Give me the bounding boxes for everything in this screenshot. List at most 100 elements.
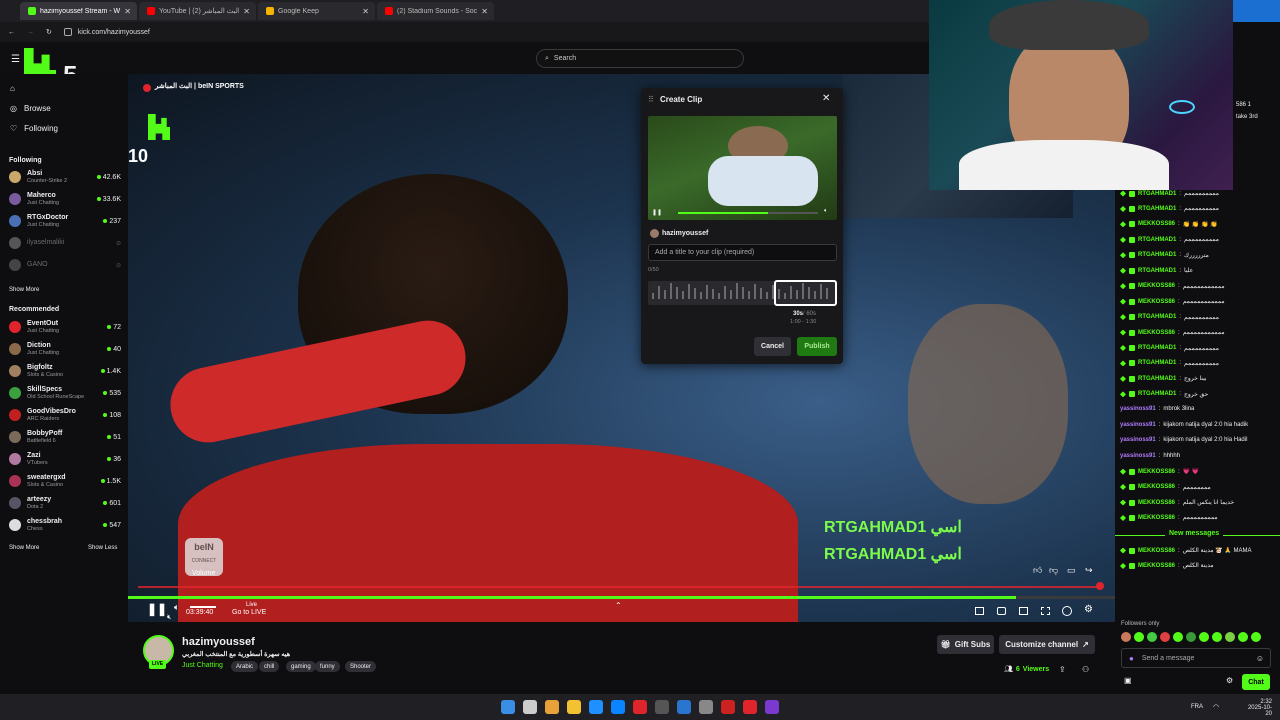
chrome-icon[interactable] bbox=[545, 700, 559, 714]
site-settings-icon[interactable] bbox=[63, 28, 72, 36]
chat-username[interactable]: MEKKOSS86 bbox=[1138, 500, 1175, 506]
opera-icon[interactable] bbox=[721, 700, 735, 714]
chat-username[interactable]: yassinoss91 bbox=[1120, 406, 1156, 412]
chat-username[interactable]: yassinoss91 bbox=[1120, 422, 1156, 428]
mute-icon[interactable]: 🔇︎ bbox=[167, 614, 171, 622]
chat-message[interactable]: yassinoss91: hhhhh bbox=[1120, 453, 1180, 459]
app-icon[interactable] bbox=[633, 700, 647, 714]
app-icon[interactable] bbox=[677, 700, 691, 714]
chat-message[interactable]: MEKKOSS86: مدينة الكلص bbox=[1120, 562, 1214, 569]
chat-username[interactable]: RTGAHMAD1 bbox=[1138, 345, 1176, 351]
clip-preview[interactable]: ❚❚ 🔈︎ bbox=[648, 116, 837, 220]
chat-gift-icon[interactable]: ▣ bbox=[1124, 676, 1132, 685]
chat-username[interactable]: MEKKOSS86 bbox=[1138, 221, 1175, 227]
show-more-recommended-button[interactable]: Show More bbox=[9, 545, 39, 551]
sidebar-item-following[interactable]: ♡ Following bbox=[10, 124, 58, 133]
chat-username[interactable]: MEKKOSS86 bbox=[1138, 563, 1175, 569]
chat-message[interactable]: RTGAHMAD1: بينا خروج bbox=[1120, 375, 1207, 382]
stream-tag[interactable]: gaming bbox=[286, 661, 316, 672]
emote-icon[interactable] bbox=[1134, 632, 1144, 642]
drag-handle-icon[interactable]: ⠿ bbox=[648, 95, 654, 104]
sidebar-channel-rtgxdoctor[interactable]: RTGxDoctor Just Chatting 237 bbox=[9, 211, 121, 231]
search-input[interactable]: ⌕ Search bbox=[536, 49, 744, 68]
browser-tab[interactable]: hazimyoussef Stream - Wa ✕ bbox=[20, 2, 137, 20]
emote-icon[interactable] bbox=[1147, 632, 1157, 642]
sidebar-channel-eventout[interactable]: EventOut Just Chatting 72 bbox=[9, 317, 121, 337]
chat-message[interactable]: MEKKOSS86: 💗 💗 bbox=[1120, 468, 1199, 475]
start-icon[interactable] bbox=[501, 700, 515, 714]
sidebar-item-browse[interactable]: ◎ Browse bbox=[10, 104, 51, 113]
chat-message[interactable]: RTGAHMAD1: مممممممممم bbox=[1120, 314, 1219, 321]
chat-username[interactable]: RTGAHMAD1 bbox=[1138, 191, 1176, 197]
chat-message[interactable]: RTGAHMAD1: مممممممممم bbox=[1120, 236, 1219, 243]
sidebar-channel-sweatergxd[interactable]: sweatergxd Slots & Casino 1.5K bbox=[9, 471, 121, 491]
sidebar-channel-gano[interactable]: GANO ⊘ bbox=[9, 255, 121, 275]
pause-icon[interactable]: ❚❚ bbox=[147, 602, 167, 616]
steam-icon[interactable] bbox=[655, 700, 669, 714]
chat-username[interactable]: RTGAHMAD1 bbox=[1138, 314, 1176, 320]
emote-icon[interactable] bbox=[1186, 632, 1196, 642]
language-indicator[interactable]: FRA bbox=[1191, 704, 1203, 710]
sidebar-channel-chessbrah[interactable]: chessbrah Chess 547 bbox=[9, 515, 121, 535]
browser-tab[interactable]: Google Keep ✕ bbox=[258, 2, 375, 20]
reload-icon[interactable]: ↻ bbox=[46, 28, 52, 36]
fullscreen-icon[interactable] bbox=[1041, 607, 1050, 615]
emote-icon[interactable] bbox=[1160, 632, 1170, 642]
chat-message[interactable]: RTGAHMAD1: عليا bbox=[1120, 267, 1193, 274]
chat-username[interactable]: MEKKOSS86 bbox=[1138, 469, 1175, 475]
sidebar-channel-absi[interactable]: Absi Counter-Strike 2 42.6K bbox=[9, 167, 121, 187]
miniplayer-icon[interactable] bbox=[975, 607, 984, 615]
dislike-icon[interactable]: 👎︎ bbox=[1049, 565, 1058, 576]
chat-message[interactable]: MEKKOSS86: مممممممممم bbox=[1120, 514, 1218, 521]
chat-message[interactable]: yassinoss91: kijakom natija dyal 2:0 hia … bbox=[1120, 437, 1247, 443]
volume-icon[interactable]: 🔈︎ bbox=[174, 602, 179, 613]
emote-icon[interactable] bbox=[1173, 632, 1183, 642]
search-icon[interactable] bbox=[523, 700, 537, 714]
clip-icon[interactable] bbox=[1062, 606, 1072, 616]
comment-icon[interactable]: ▭ bbox=[1067, 565, 1076, 576]
stream-tag[interactable]: Arabic bbox=[231, 661, 259, 672]
chat-username[interactable]: RTGAHMAD1 bbox=[1138, 252, 1176, 258]
streamer-name[interactable]: hazimyoussef bbox=[182, 636, 255, 648]
emote-icon[interactable] bbox=[1251, 632, 1261, 642]
chat-message[interactable]: MEKKOSS86: مدينة الكلص 🐮 🙏 MAMA bbox=[1120, 547, 1252, 554]
clock[interactable]: 2:32 2025-10-20 bbox=[1244, 699, 1272, 717]
chat-username[interactable]: RTGAHMAD1 bbox=[1138, 237, 1176, 243]
preview-volume-icon[interactable]: 🔈︎ bbox=[824, 208, 828, 215]
chat-message[interactable]: RTGAHMAD1: مممممممممم bbox=[1120, 205, 1219, 212]
chat-username[interactable]: RTGAHMAD1 bbox=[1138, 360, 1176, 366]
chat-username[interactable]: RTGAHMAD1 bbox=[1138, 206, 1176, 212]
home-nav[interactable]: ⌂ bbox=[10, 84, 15, 93]
chat-message[interactable]: MEKKOSS86: خديما انا ينكس الملم bbox=[1120, 499, 1234, 506]
obs-icon[interactable] bbox=[743, 700, 757, 714]
chat-username[interactable]: MEKKOSS86 bbox=[1138, 484, 1175, 490]
file-explorer-icon[interactable] bbox=[567, 700, 581, 714]
sidebar-channel-ilyaselmaliki[interactable]: ilyaselmaliki ⊘ bbox=[9, 233, 121, 253]
gift-subs-button[interactable]: 🎁︎ Gift Subs bbox=[937, 635, 994, 654]
sidebar-channel-bobbypoff[interactable]: BobbyPoff Battlefield 6 51 bbox=[9, 427, 121, 447]
emote-icon[interactable] bbox=[1121, 632, 1131, 642]
cancel-button[interactable]: Cancel bbox=[754, 337, 791, 356]
chat-settings-icon[interactable]: ⚙ bbox=[1226, 676, 1233, 685]
browser-tab[interactable]: (2) Stadium Sounds - Soccer S✕ bbox=[377, 2, 494, 20]
chevron-up-icon[interactable]: ⌃ bbox=[615, 601, 622, 610]
chat-username[interactable]: RTGAHMAD1 bbox=[1138, 376, 1176, 382]
chat-username[interactable]: MEKKOSS86 bbox=[1138, 548, 1175, 554]
outlook-icon[interactable] bbox=[611, 700, 625, 714]
sidebar-channel-maherco[interactable]: Maherco Just Chatting 33.6K bbox=[9, 189, 121, 209]
stream-tag[interactable]: Shooter bbox=[345, 661, 377, 672]
pip-icon[interactable] bbox=[1019, 607, 1028, 615]
chat-username[interactable]: RTGAHMAD1 bbox=[1138, 268, 1176, 274]
preview-pause-icon[interactable]: ❚❚ bbox=[652, 209, 662, 216]
discord-icon[interactable] bbox=[765, 700, 779, 714]
like-icon[interactable]: 👍︎ bbox=[1033, 565, 1042, 576]
emote-icon[interactable] bbox=[1238, 632, 1248, 642]
stream-tag[interactable]: chill bbox=[259, 661, 280, 672]
chat-message[interactable]: MEKKOSS86: مممممممممممم bbox=[1120, 329, 1225, 336]
emote-icon[interactable] bbox=[1225, 632, 1235, 642]
chat-message[interactable]: RTGAHMAD1: مممممممممم bbox=[1120, 360, 1219, 367]
chat-message[interactable]: MEKKOSS86: 👏 👏 👏 👏 bbox=[1120, 221, 1218, 228]
chat-message[interactable]: RTGAHMAD1: حق خروج bbox=[1120, 391, 1208, 398]
url-field[interactable]: kick.com/hazimyoussef bbox=[78, 29, 150, 36]
chat-input[interactable]: ● Send a message ☺ bbox=[1121, 648, 1271, 668]
